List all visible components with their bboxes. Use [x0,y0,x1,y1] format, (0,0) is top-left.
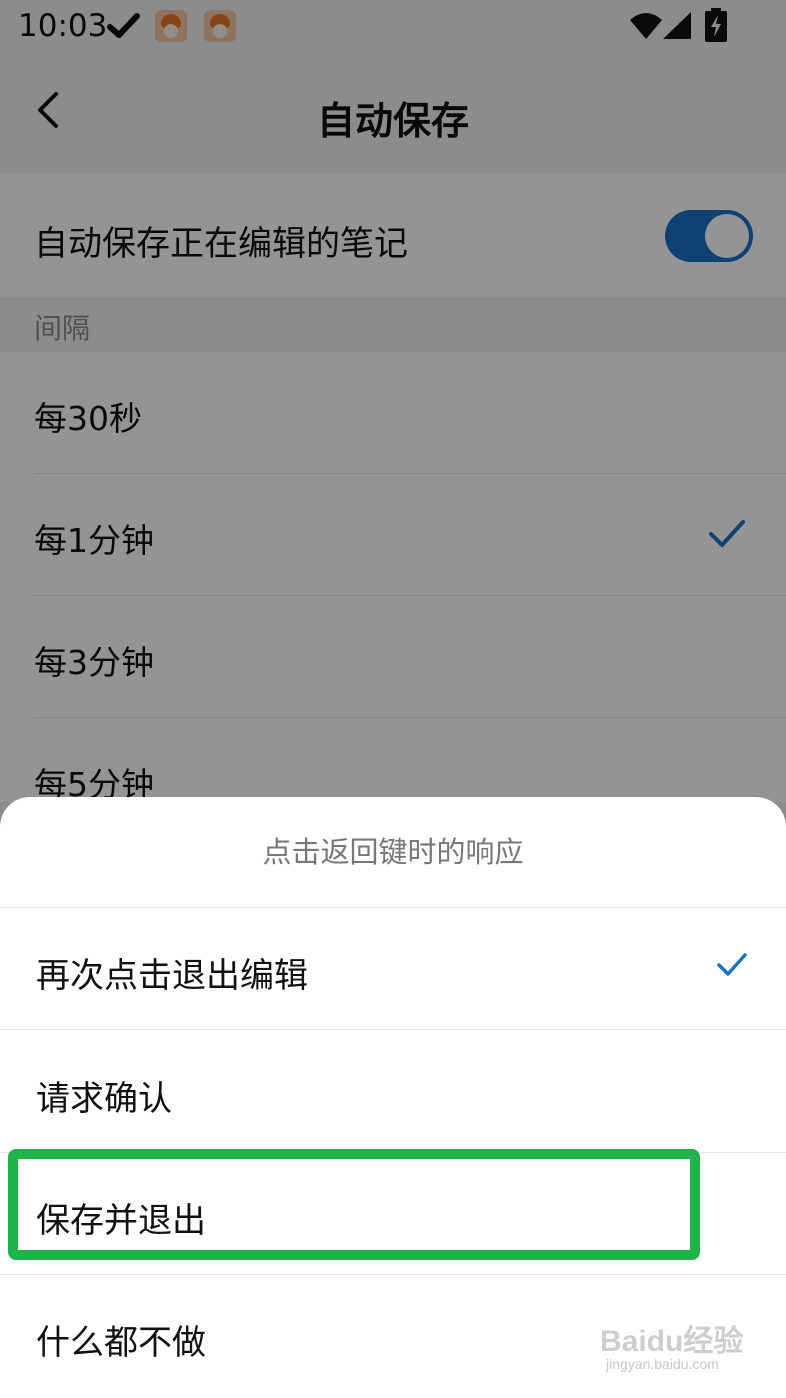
sheet-title: 点击返回键时的响应 [262,835,524,869]
selected-check-icon [717,953,747,976]
option-label: 请求确认 [36,1079,172,1119]
option-label: 再次点击退出编辑 [36,956,308,996]
divider [0,1029,786,1030]
option-label: 什么都不做 [36,1323,206,1363]
option-tap-again-to-exit[interactable]: 再次点击退出编辑 [0,908,786,1030]
highlight-annotation [8,1149,700,1260]
back-key-response-sheet: 点击返回键时的响应 再次点击退出编辑 请求确认 保存并退出 什么都不做 [0,797,786,1398]
watermark-brand: Baidu经验 [600,1325,744,1358]
watermark-url: jingyan.baidu.com [606,1356,719,1372]
baidu-jingyan-watermark: Baidu经验 jingyan.baidu.com [600,1310,750,1380]
option-ask-confirm[interactable]: 请求确认 [0,1031,786,1153]
